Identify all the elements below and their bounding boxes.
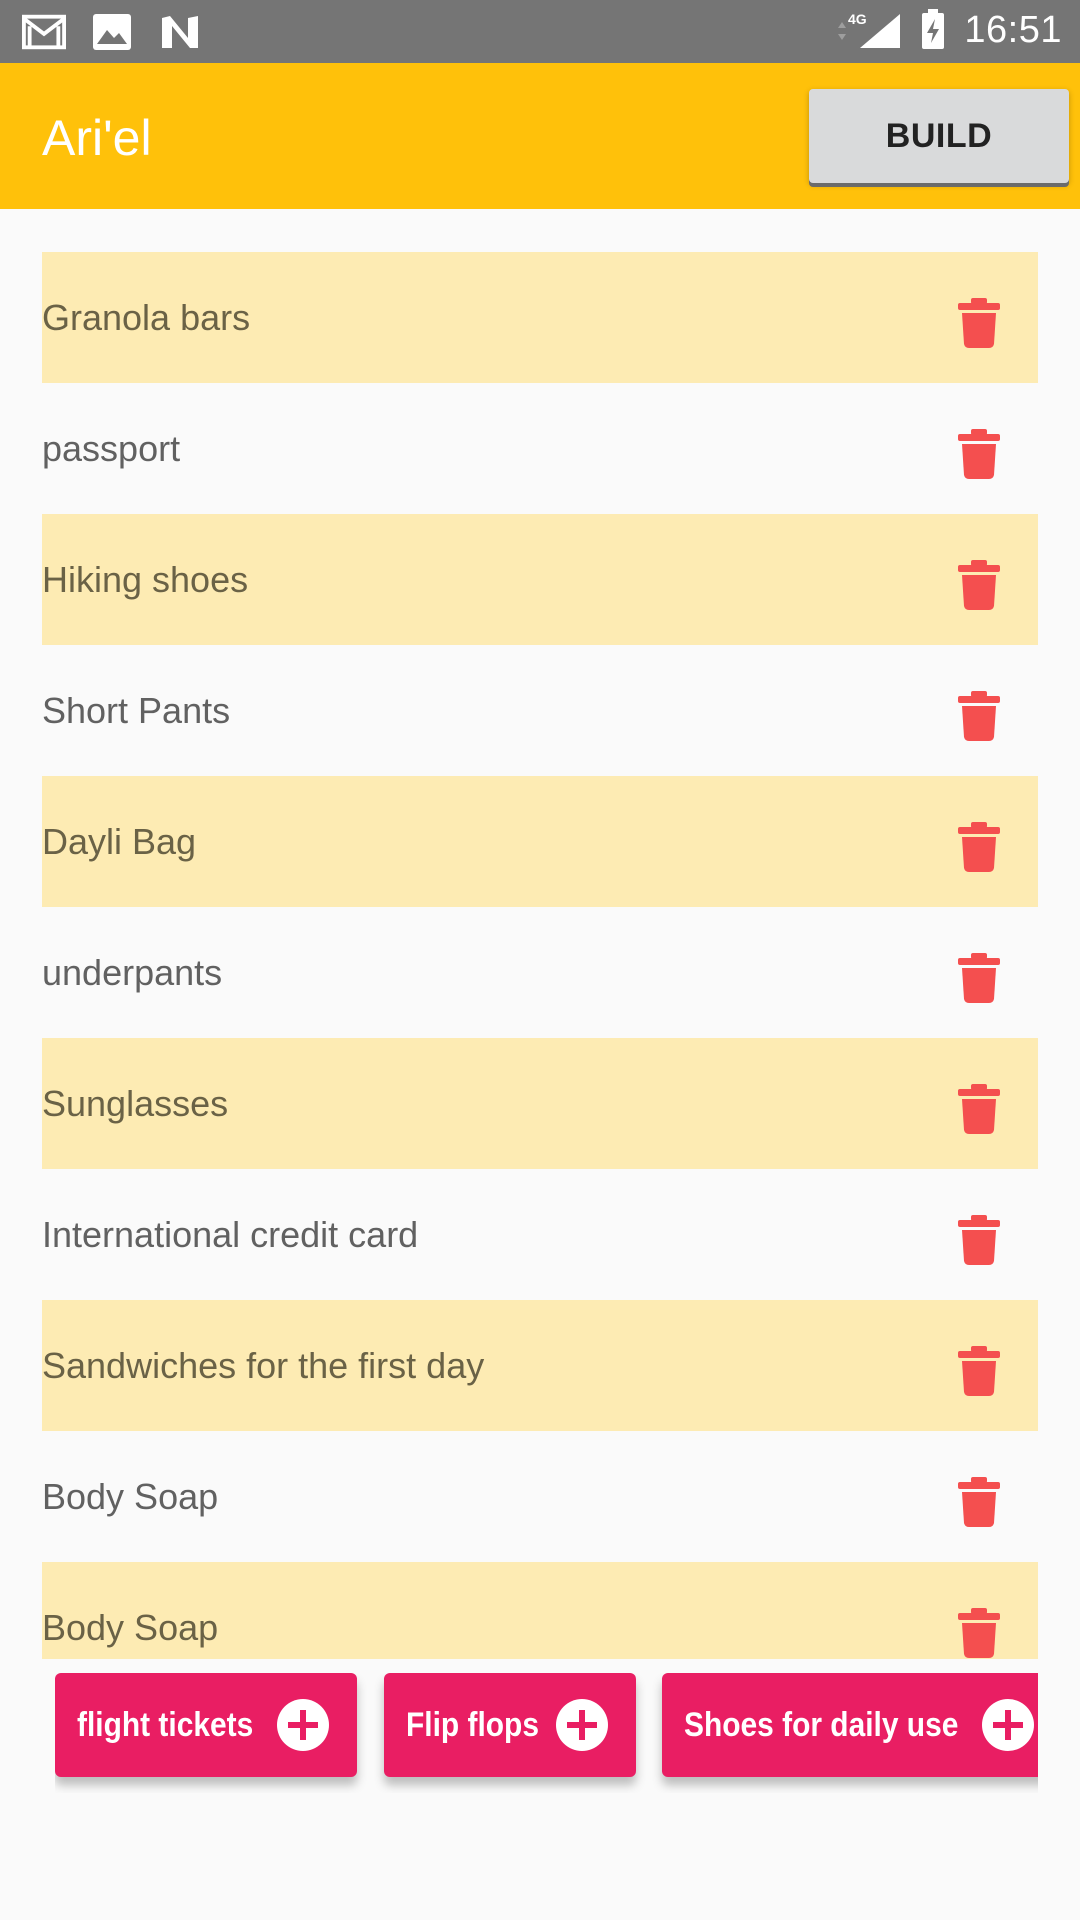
list-item-label: International credit card xyxy=(42,1214,419,1255)
status-system: 4G 16:51 xyxy=(836,8,1062,52)
build-button[interactable]: BUILD xyxy=(809,89,1069,183)
gmail-icon xyxy=(22,10,66,54)
trash-icon[interactable] xyxy=(958,1608,1000,1658)
packing-list: Granola bars passport Hiking shoes Short Pa… xyxy=(42,252,1038,1659)
list-item-label: Body Soap xyxy=(42,1476,219,1517)
trash-icon[interactable] xyxy=(958,298,1000,348)
list-item-label: underpants xyxy=(42,952,223,993)
list-item[interactable]: Dayli Bag xyxy=(42,776,1038,907)
list-item-label: Hiking shoes xyxy=(42,559,249,600)
suggestion-chip[interactable]: Flip flops xyxy=(384,1673,636,1777)
list-item[interactable]: Hiking shoes xyxy=(42,514,1038,645)
trash-icon[interactable] xyxy=(958,953,1000,1003)
trash-icon[interactable] xyxy=(958,1084,1000,1134)
list-item-label: Short Pants xyxy=(42,690,231,731)
suggestion-chip-label: Flip flops xyxy=(406,1705,539,1744)
list-item[interactable]: underpants xyxy=(42,907,1038,1038)
suggestion-chip[interactable]: flight tickets xyxy=(55,1673,357,1777)
list-item[interactable]: passport xyxy=(42,383,1038,514)
suggestion-chip-label: Shoes for daily use xyxy=(684,1705,959,1744)
list-item[interactable]: Granola bars xyxy=(42,252,1038,383)
status-notifications xyxy=(22,10,202,54)
app-bar: Ari'el BUILD xyxy=(0,63,1080,209)
plus-circle-icon[interactable] xyxy=(277,1699,329,1751)
n-notification-icon xyxy=(158,10,202,54)
trash-icon[interactable] xyxy=(958,691,1000,741)
app-title: Ari'el xyxy=(42,110,152,166)
trash-icon[interactable] xyxy=(958,822,1000,872)
list-item-label: Dayli Bag xyxy=(42,821,197,862)
list-item-label: Sunglasses xyxy=(42,1083,229,1124)
trash-icon[interactable] xyxy=(958,429,1000,479)
list-item[interactable]: International credit card xyxy=(42,1169,1038,1300)
list-item[interactable]: Sandwiches for the first day xyxy=(42,1300,1038,1431)
status-time: 16:51 xyxy=(964,8,1062,51)
network-label: 4G xyxy=(848,11,867,27)
plus-circle-icon[interactable] xyxy=(982,1699,1034,1751)
plus-circle-icon[interactable] xyxy=(556,1699,608,1751)
list-item[interactable]: Body Soap xyxy=(42,1562,1038,1659)
trash-icon[interactable] xyxy=(958,1346,1000,1396)
suggestion-chip[interactable]: Shoes for daily use xyxy=(662,1673,1038,1777)
trash-icon[interactable] xyxy=(958,560,1000,610)
list-item-label: passport xyxy=(42,428,181,469)
trash-icon[interactable] xyxy=(958,1215,1000,1265)
trash-icon[interactable] xyxy=(958,1477,1000,1527)
list-item[interactable]: Body Soap xyxy=(42,1431,1038,1562)
list-item[interactable]: Short Pants xyxy=(42,645,1038,776)
battery-charging-icon xyxy=(918,8,948,52)
status-bar: 4G 16:51 xyxy=(0,0,1080,63)
image-icon xyxy=(90,10,134,54)
suggestion-chips: flight tickets Flip flops Shoes for daily … xyxy=(55,1673,1038,1793)
list-item[interactable]: Sunglasses xyxy=(42,1038,1038,1169)
signal-icon: 4G xyxy=(836,8,902,52)
list-item-label: Granola bars xyxy=(42,297,251,338)
suggestion-chip-label: flight tickets xyxy=(77,1705,254,1744)
list-item-label: Body Soap xyxy=(42,1607,219,1648)
list-item-label: Sandwiches for the first day xyxy=(42,1345,485,1386)
